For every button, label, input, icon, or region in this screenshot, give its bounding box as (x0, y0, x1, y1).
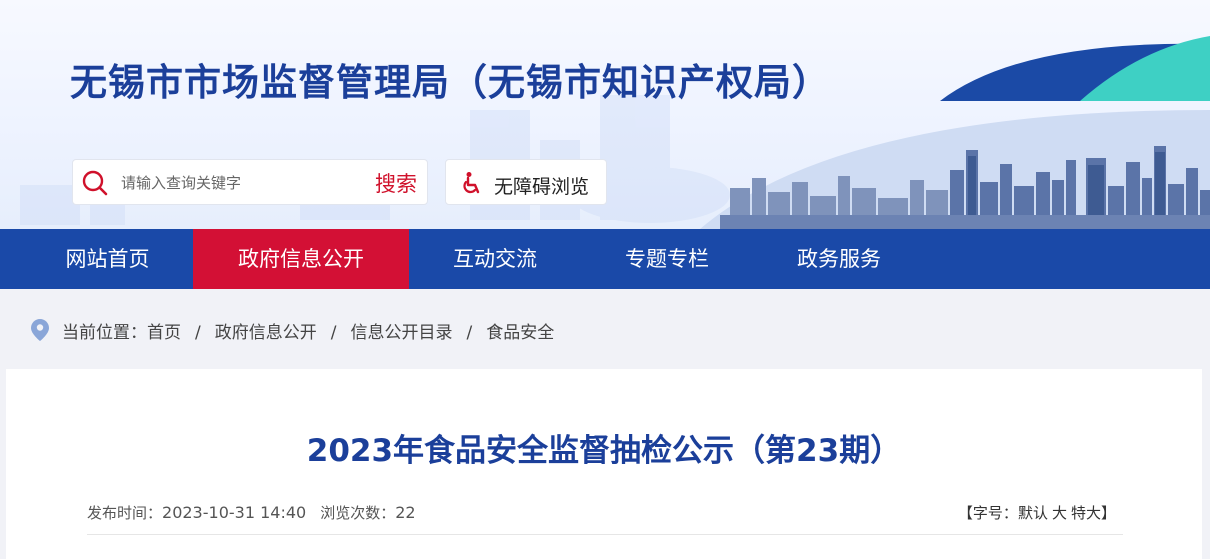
nav-item-interaction[interactable]: 互动交流 (423, 229, 567, 289)
location-pin-icon (31, 319, 49, 341)
breadcrumb-trail: 当前位置：首页 / 政府信息公开 / 信息公开目录 / 食品安全 (62, 318, 554, 343)
breadcrumb-separator: / (195, 323, 201, 343)
wheelchair-icon (463, 172, 480, 194)
search-input[interactable] (119, 168, 353, 198)
font-size-default[interactable]: 默认 (1018, 504, 1048, 522)
publish-time-label: 发布时间： (87, 504, 163, 522)
accessibility-button[interactable]: 无障碍浏览 (445, 159, 607, 205)
font-size-close-bracket: 】 (1100, 504, 1116, 522)
breadcrumb-separator: / (330, 323, 337, 343)
site-header: 无锡市市场监督管理局（无锡市知识产权局） 搜索 无障碍浏览 (0, 0, 1210, 229)
search-box: 搜索 (72, 159, 428, 205)
font-size-xlarge[interactable]: 特大 (1071, 504, 1101, 522)
nav-item-services[interactable]: 政务服务 (767, 229, 911, 289)
main-nav: 网站首页 政府信息公开 互动交流 专题专栏 政务服务 (0, 229, 1210, 289)
site-title: 无锡市市场监督管理局（无锡市知识产权局） (70, 61, 830, 104)
breadcrumb-separator: / (466, 323, 473, 343)
font-size-large[interactable]: 大 (1052, 504, 1067, 522)
breadcrumb-home[interactable]: 首页 (147, 323, 181, 343)
breadcrumb-food-safety[interactable]: 食品安全 (486, 323, 554, 343)
breadcrumb-prefix: 当前位置： (62, 323, 147, 343)
article-card: 2023年食品安全监督抽检公示（第23期） 发布时间：2023-10-31 14… (6, 369, 1202, 559)
meta-divider (87, 534, 1123, 535)
nav-item-topics[interactable]: 专题专栏 (595, 229, 739, 289)
search-button[interactable]: 搜索 (375, 168, 417, 196)
accessibility-label: 无障碍浏览 (494, 176, 590, 198)
nav-item-home[interactable]: 网站首页 (34, 229, 181, 289)
breadcrumb-catalog[interactable]: 信息公开目录 (350, 323, 452, 343)
font-size-switcher: 【字号：默认大特大】 (958, 502, 1116, 523)
breadcrumb-gov-info[interactable]: 政府信息公开 (215, 323, 317, 343)
search-icon (82, 170, 108, 196)
breadcrumb: 当前位置：首页 / 政府信息公开 / 信息公开目录 / 食品安全 (0, 289, 1210, 369)
article-title: 2023年食品安全监督抽检公示（第23期） (306, 433, 902, 469)
publish-time: 2023-10-31 14:40 (162, 503, 307, 522)
nav-item-gov-info[interactable]: 政府信息公开 (193, 229, 409, 289)
view-count-label: 浏览次数： (320, 504, 396, 522)
font-size-label: 字号： (972, 504, 1018, 522)
article-meta: 发布时间：2023-10-31 14:40 浏览次数：22 (87, 502, 416, 523)
view-count: 22 (395, 503, 416, 522)
font-size-open-bracket: 【 (957, 504, 973, 522)
